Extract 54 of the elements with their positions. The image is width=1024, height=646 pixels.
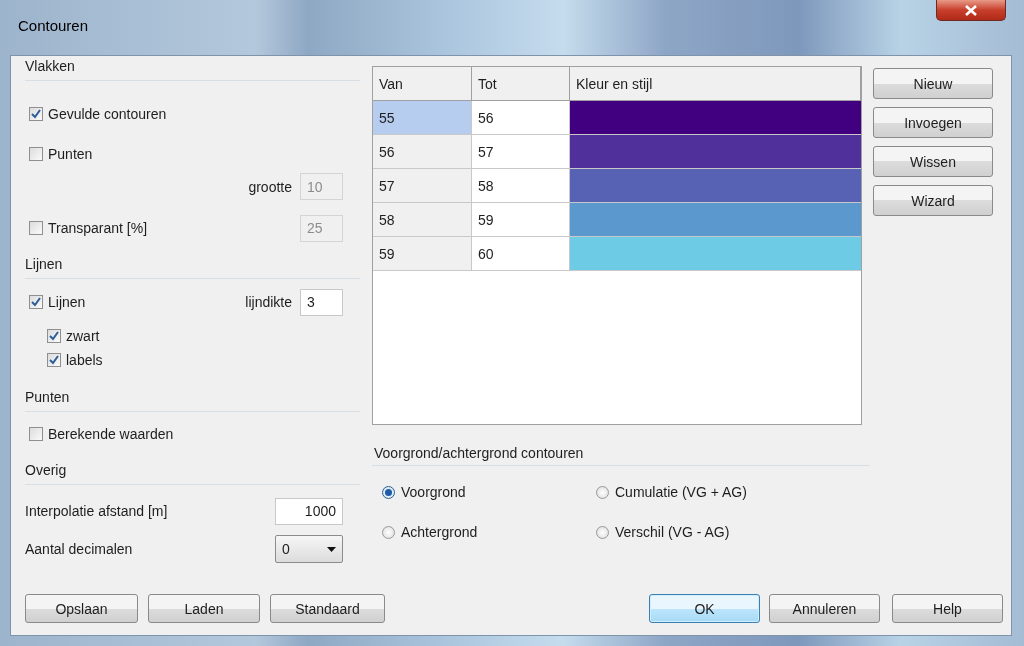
button[interactable]: Help — [892, 594, 1003, 623]
column-header[interactable]: Tot — [472, 67, 570, 101]
section-heading: Voorgrond/achtergrond contouren — [374, 445, 584, 461]
checkbox[interactable]: labels — [25, 352, 103, 368]
checkbox[interactable]: zwart — [25, 328, 100, 344]
section-heading: Overig — [25, 461, 67, 480]
input-field[interactable]: 3 — [300, 288, 343, 316]
checkbox[interactable]: Transparant [%] — [25, 220, 148, 236]
button[interactable]: Standaard — [270, 594, 385, 623]
radio-button[interactable]: Cumulatie (VG + AG) — [596, 484, 747, 500]
radio-button[interactable]: Voorgrond — [382, 484, 466, 500]
table-cell[interactable]: 56 — [373, 135, 472, 169]
color-swatch[interactable] — [570, 135, 861, 169]
check-icon — [49, 355, 59, 365]
section-heading: Lijnen — [25, 255, 63, 274]
column-header[interactable]: Kleur en stijl — [570, 67, 861, 101]
check-icon — [49, 331, 59, 341]
input-field[interactable]: 1000 — [275, 497, 343, 525]
checkbox[interactable]: Gevulde contouren — [25, 106, 167, 122]
button[interactable]: Laden — [148, 594, 260, 623]
checkbox[interactable]: Berekende waarden — [25, 426, 174, 442]
button[interactable]: Wissen — [873, 146, 993, 177]
caret-icon — [327, 546, 336, 552]
dropdown[interactable]: 0 — [275, 535, 343, 563]
checkbox[interactable]: Punten — [25, 146, 93, 162]
field-label: Aantal decimalen — [25, 541, 133, 557]
button[interactable]: Invoegen — [873, 107, 993, 138]
window-title: Contouren — [18, 17, 89, 34]
field-label: lijndikte — [245, 294, 292, 310]
button[interactable]: Wizard — [873, 185, 993, 216]
section-heading: Punten — [25, 388, 70, 407]
table-cell[interactable]: 57 — [373, 169, 472, 203]
column-header[interactable]: Van — [373, 67, 472, 101]
section-heading: Vlakken — [25, 57, 75, 76]
field-label: Interpolatie afstand [m] — [25, 503, 168, 519]
color-swatch[interactable] — [570, 203, 861, 237]
table-cell[interactable]: 58 — [373, 203, 472, 237]
button[interactable]: Annuleren — [769, 594, 880, 623]
check-icon — [31, 109, 41, 119]
color-swatch[interactable] — [570, 237, 861, 271]
button[interactable]: Nieuw — [873, 68, 993, 99]
radio-button[interactable]: Verschil (VG - AG) — [596, 524, 730, 540]
field-label: grootte — [248, 178, 292, 195]
color-swatch[interactable] — [570, 169, 861, 203]
radio-button[interactable]: Achtergrond — [382, 524, 478, 540]
check-icon — [31, 297, 41, 307]
checkbox[interactable]: Lijnen — [25, 294, 86, 310]
color-swatch[interactable] — [570, 101, 861, 135]
close-icon — [965, 4, 977, 16]
table-cell[interactable]: 59 — [373, 237, 472, 271]
button[interactable]: Opslaan — [25, 594, 138, 623]
button[interactable]: OK — [649, 594, 760, 623]
table-cell[interactable]: 55 — [373, 101, 472, 135]
close-button[interactable] — [936, 0, 1006, 21]
